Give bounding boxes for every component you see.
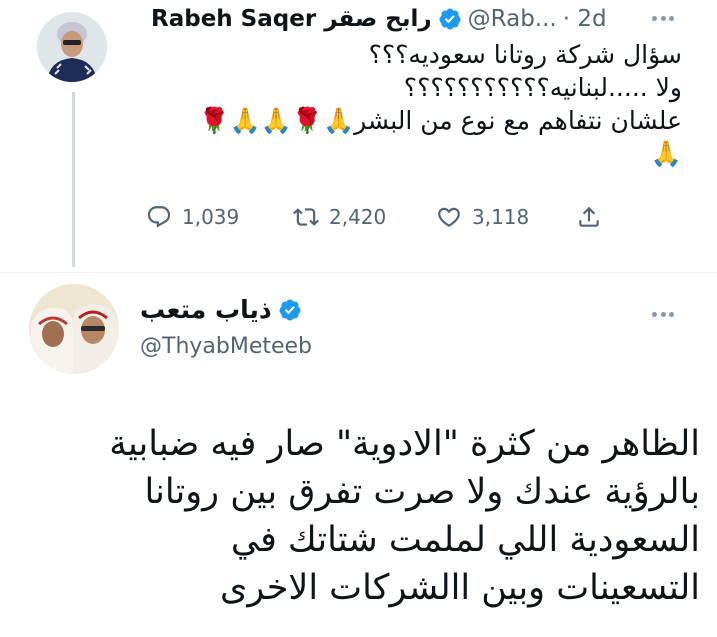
- author-name[interactable]: Rabeh Saqer رابح صقر: [151, 6, 432, 32]
- author-handle[interactable]: @Rab...: [468, 6, 557, 32]
- retweet-icon: [293, 208, 319, 226]
- like-icon: [438, 207, 460, 227]
- reply-icon: [147, 206, 171, 228]
- reply-count: 1,039: [182, 205, 240, 229]
- retweet-button[interactable]: 2,420: [293, 204, 436, 230]
- share-button[interactable]: [576, 204, 602, 230]
- avatar[interactable]: [37, 12, 107, 82]
- tweet-line: السعودية اللي لملمت شتاتك في: [230, 520, 700, 560]
- like-button[interactable]: 3,118: [436, 204, 576, 230]
- avatar[interactable]: [29, 284, 119, 374]
- tweet-original[interactable]: Rabeh Saqer رابح صقر @Rab... · 2d سؤال ش…: [0, 0, 717, 267]
- verified-badge-icon: [439, 8, 461, 30]
- like-count: 3,118: [472, 205, 530, 229]
- share-icon: [579, 206, 599, 227]
- more-icon[interactable]: [652, 12, 674, 24]
- tweet-line: ولا .....لبنانيه؟؟؟؟؟؟؟؟؟؟؟: [403, 73, 682, 102]
- tweet-line: الظاهر من كثرة "الادوية" صار فيه ضبابية: [109, 424, 700, 464]
- divider: [0, 272, 717, 273]
- tweet-header: Rabeh Saqer رابح صقر @Rab... · 2d: [151, 2, 607, 36]
- tweet-text: سؤال شركة روتانا سعوديه؟؟؟ ولا .....لبنا…: [142, 38, 682, 170]
- tweet-text: الظاهر من كثرة "الادوية" صار فيه ضبابية …: [30, 420, 700, 612]
- thread-line: [72, 92, 75, 267]
- timestamp[interactable]: · 2d: [563, 6, 607, 32]
- tweet-line: 🙏: [650, 139, 682, 168]
- author-name[interactable]: ذياب متعب: [140, 295, 308, 324]
- author-handle[interactable]: @ThyabMeteeb: [140, 334, 312, 359]
- verified-badge-icon: [279, 299, 301, 320]
- tweet-line: التسعينات وبين اا‎لشركات الاخرى: [220, 568, 700, 608]
- author-name-text: ذياب متعب: [140, 295, 272, 324]
- reply-button[interactable]: 1,039: [146, 204, 293, 230]
- action-bar: 1,039 2,420 3,118: [146, 200, 602, 234]
- tweet-line: بالرؤية عندك ولا صرت تفرق بين روتانا: [144, 472, 700, 512]
- tweet-line: علشان نتفاهم مع نوع من البشر🙏🌹🙏🙏🌹: [198, 106, 682, 135]
- retweet-count: 2,420: [329, 205, 387, 229]
- more-icon[interactable]: [652, 308, 674, 320]
- tweet-line: سؤال شركة روتانا سعوديه؟؟؟: [368, 40, 682, 69]
